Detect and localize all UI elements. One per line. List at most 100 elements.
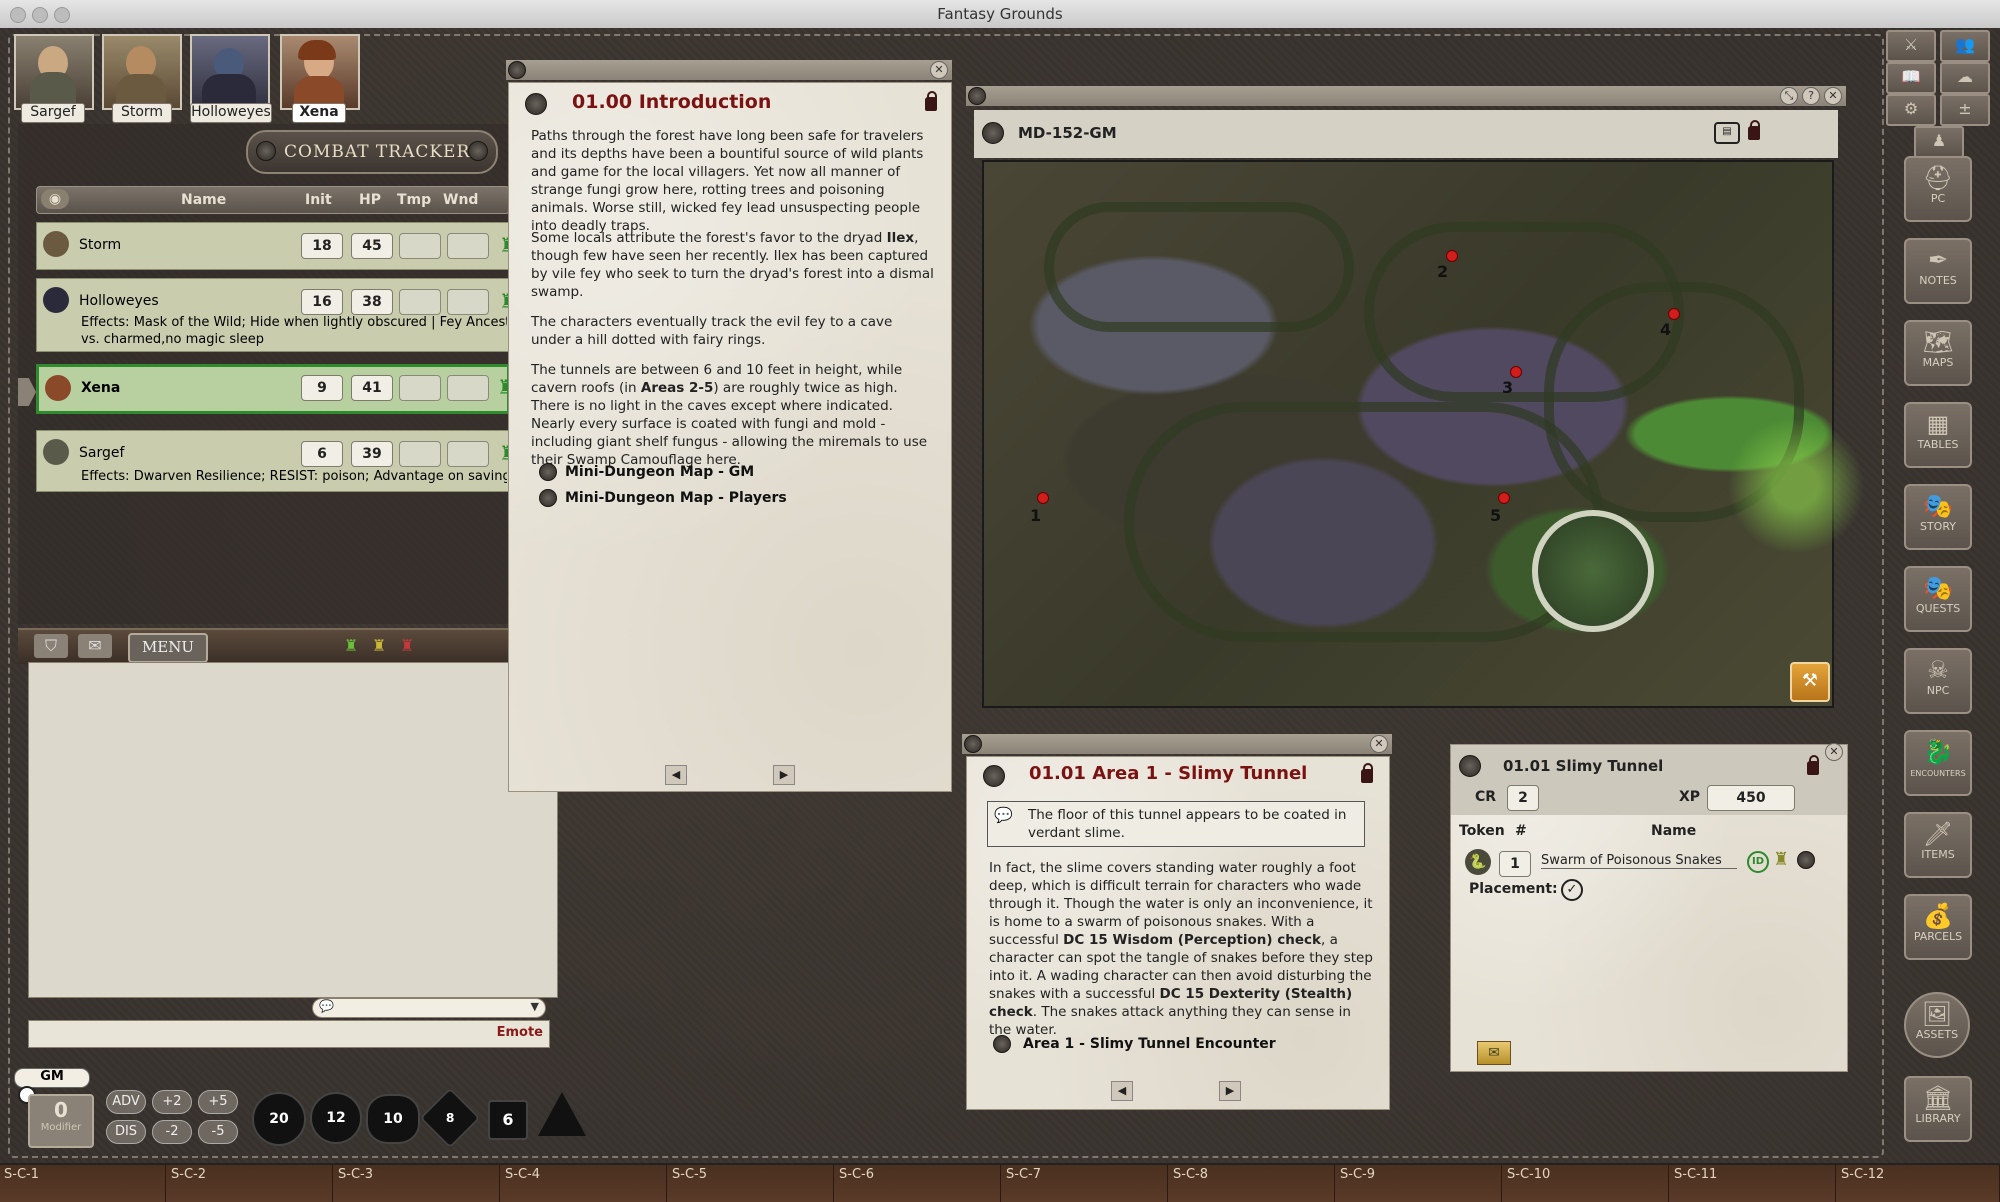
chat-entry-input[interactable]: Emote (28, 1020, 550, 1048)
lock-icon[interactable] (1748, 120, 1760, 140)
portrait-sargef[interactable] (14, 34, 94, 110)
minus-5-button[interactable]: -5 (198, 1120, 238, 1144)
wnd-field[interactable] (447, 375, 489, 401)
map-pin-3[interactable] (1510, 366, 1522, 378)
hotkey-slot[interactable]: S-C-3 (334, 1165, 500, 1202)
cr-field[interactable]: 2 (1507, 785, 1539, 811)
close-icon[interactable]: ✕ (1370, 735, 1388, 753)
d12-die[interactable]: 12 (310, 1092, 362, 1144)
hotkey-slot[interactable]: S-C-8 (1169, 1165, 1335, 1202)
menu-button[interactable]: MENU (128, 633, 208, 663)
next-page-button[interactable]: ▶ (1219, 1081, 1241, 1101)
hotkey-slot[interactable]: S-C-7 (1002, 1165, 1168, 1202)
hp-field[interactable]: 39 (351, 441, 393, 467)
npc-name-field[interactable]: Swarm of Poisonous Snakes (1541, 853, 1737, 869)
minus-2-button[interactable]: -2 (152, 1120, 192, 1144)
lock-icon[interactable] (1807, 755, 1819, 775)
chat-log[interactable] (28, 662, 558, 998)
sidebar-item-npc[interactable]: ☠ NPC (1904, 648, 1972, 714)
map-window-titlebar[interactable]: ⤡ ? ✕ (966, 86, 1846, 108)
link-map-gm[interactable]: Mini-Dungeon Map - GM (565, 464, 754, 480)
map-pin-4[interactable] (1668, 308, 1680, 320)
map-pin-2[interactable] (1446, 250, 1458, 262)
settings-button[interactable]: ⚙ (1886, 94, 1936, 126)
hp-field[interactable]: 41 (351, 375, 393, 401)
tool-button-1[interactable]: ⚔ (1886, 30, 1936, 62)
tmp-field[interactable] (399, 233, 441, 259)
next-page-button[interactable]: ▶ (773, 765, 795, 785)
identify-icon[interactable]: ID (1747, 851, 1769, 873)
link-knob-icon[interactable] (993, 1035, 1011, 1053)
tool-button-5[interactable]: ♟ (1914, 126, 1964, 158)
count-field[interactable]: 1 (1499, 851, 1531, 877)
mail-icon[interactable]: ✉ (78, 634, 112, 658)
close-icon[interactable]: ✕ (1824, 87, 1842, 105)
sidebar-item-tables[interactable]: ▦ TABLES (1904, 402, 1972, 468)
tool-button-3[interactable]: 📖 (1886, 62, 1936, 94)
intro-window-titlebar[interactable]: ✕ (506, 60, 952, 82)
map-pin-5[interactable] (1498, 492, 1510, 504)
plus-5-button[interactable]: +5 (198, 1090, 238, 1114)
sidebar-item-items[interactable]: 🗡 ITEMS (1904, 812, 1972, 878)
sidebar-item-encounters[interactable]: 🐉 ENCOUNTERS (1904, 730, 1972, 796)
link-knob-icon[interactable] (1797, 851, 1815, 869)
d4-die-icon[interactable] (538, 1092, 586, 1136)
tool-button-2[interactable]: 👥 (1940, 30, 1990, 62)
previous-page-button[interactable]: ◀ (665, 765, 687, 785)
map-image[interactable]: 1 2 3 4 5 ⚒ (982, 160, 1876, 708)
help-icon[interactable]: ? (1802, 87, 1820, 105)
resize-icon[interactable]: ⤡ (1780, 87, 1798, 105)
link-knob-icon[interactable] (539, 463, 557, 481)
close-window-button[interactable] (10, 7, 26, 23)
sidebar-item-story[interactable]: 🎭 STORY (1904, 484, 1972, 550)
d20-die[interactable]: 20 (252, 1092, 306, 1146)
combatant-row-holloweyes[interactable]: Holloweyes 16 38 ♜ Effects: Mask of the … (36, 278, 517, 352)
modifiers-button[interactable]: ± (1940, 94, 1990, 126)
hotkey-slot[interactable]: S-C-2 (167, 1165, 333, 1202)
tool-button-4[interactable]: ☁ (1940, 62, 1990, 94)
sidebar-item-maps[interactable]: 🗺 MAPS (1904, 320, 1972, 386)
sidebar-item-pc[interactable]: ⛑ PC (1904, 156, 1972, 222)
xp-field[interactable]: 450 (1707, 785, 1795, 811)
link-knob-icon[interactable] (1459, 755, 1481, 777)
hp-field[interactable]: 38 (351, 289, 393, 315)
tmp-field[interactable] (399, 441, 441, 467)
portrait-xena[interactable] (280, 34, 360, 110)
sidebar-item-quests[interactable]: 🎭 QUESTS (1904, 566, 1972, 632)
link-knob-icon[interactable] (982, 122, 1004, 144)
link-encounter[interactable]: Area 1 - Slimy Tunnel Encounter (1023, 1036, 1276, 1052)
plus-2-button[interactable]: +2 (152, 1090, 192, 1114)
sidebar-item-library[interactable]: 🏛 LIBRARY (1904, 1076, 1972, 1142)
chat-language-dropdown[interactable]: 💬 ▼ (312, 998, 546, 1018)
hotkey-slot[interactable]: S-C-10 (1503, 1165, 1669, 1202)
lock-icon[interactable] (1361, 763, 1373, 783)
dice-tower-icon[interactable]: ⛉ (34, 634, 68, 658)
close-icon[interactable]: ✕ (930, 61, 948, 79)
map-pin-1[interactable] (1037, 492, 1049, 504)
modifier-box[interactable]: 0 Modifier (28, 1094, 94, 1148)
hotkey-slot[interactable]: S-C-11 (1670, 1165, 1836, 1202)
d6-die[interactable]: 6 (488, 1100, 528, 1140)
hotkey-slot[interactable]: S-C-12 (1837, 1165, 2000, 1202)
init-field[interactable]: 6 (301, 441, 343, 467)
tmp-field[interactable] (399, 289, 441, 315)
wnd-field[interactable] (447, 289, 489, 315)
link-knob-icon[interactable] (525, 93, 547, 115)
visibility-eye-icon[interactable]: ◉ (41, 189, 69, 209)
hotkey-slot[interactable]: S-C-5 (668, 1165, 834, 1202)
disadvantage-button[interactable]: DIS (106, 1120, 146, 1144)
link-map-players[interactable]: Mini-Dungeon Map - Players (565, 490, 787, 506)
link-knob-icon[interactable] (983, 765, 1005, 787)
tmp-field[interactable] (399, 375, 441, 401)
advantage-button[interactable]: ADV (106, 1090, 146, 1114)
combatant-row-storm[interactable]: Storm 18 45 ♜ (36, 222, 517, 270)
faction-friend-icon[interactable]: ♜ (344, 636, 358, 655)
init-field[interactable]: 18 (301, 233, 343, 259)
placement-check-icon[interactable]: ✓ (1561, 879, 1583, 901)
init-field[interactable]: 16 (301, 289, 343, 315)
combatant-row-sargef[interactable]: Sargef 6 39 ♜ Effects: Dwarven Resilienc… (36, 430, 517, 492)
hotkey-slot[interactable]: S-C-9 (1336, 1165, 1502, 1202)
add-to-combat-tracker-icon[interactable]: ✉ (1477, 1041, 1511, 1065)
hotkey-slot[interactable]: S-C-4 (501, 1165, 667, 1202)
faction-foe-icon[interactable]: ♜ (400, 636, 414, 655)
